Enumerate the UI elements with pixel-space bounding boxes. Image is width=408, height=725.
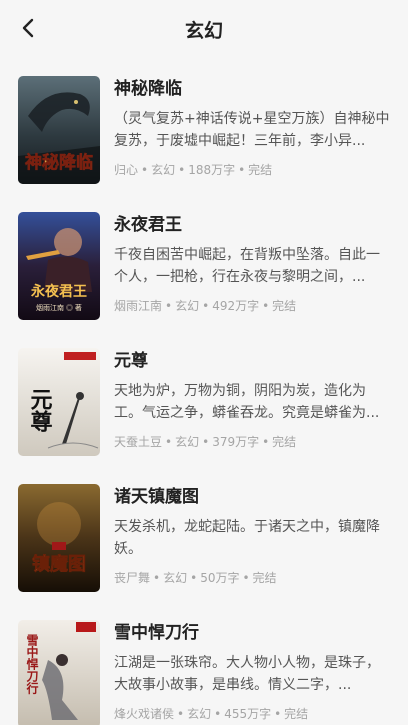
top-bar: 玄幻 bbox=[0, 0, 408, 56]
book-author: 丧尸舞 bbox=[114, 571, 151, 585]
book-word-count: 379万字 bbox=[212, 435, 260, 449]
book-meta: 天蚕土豆 • 玄幻 • 379万字 • 完结 bbox=[114, 435, 297, 449]
book-meta: 归心 • 玄幻 • 188万字 • 完结 bbox=[114, 163, 273, 177]
book-description: 江湖是一张珠帘。大人物小人物，是珠子，大故事小故事，是串线。情义二字，... bbox=[114, 655, 380, 693]
cover-subtitle: 烟雨江南 ◎ 著 bbox=[36, 303, 82, 312]
book-author: 烽火戏诸侯 bbox=[114, 707, 175, 721]
book-description: 天地为炉，万物为铜，阴阳为炭，造化为工。气运之争，蟒雀吞龙。究竟是蟒雀为... bbox=[114, 383, 380, 421]
cover-title: 镇魔图 bbox=[32, 553, 86, 574]
book-meta: 烟雨江南 • 玄幻 • 492万字 • 完结 bbox=[114, 299, 297, 313]
book-description: 千夜自困苦中崛起，在背叛中坠落。自此一个人，一把枪，行在永夜与黎明之间，... bbox=[114, 247, 380, 285]
book-item[interactable]: 永夜君王 烟雨江南 ◎ 著 永夜君王 千夜自困苦中崛起，在背叛中坠落。自此一个人… bbox=[0, 212, 408, 348]
book-item[interactable]: 雪中悍刀行 雪中悍刀行 江湖是一张珠帘。大人物小人物，是珠子，大故事小故事，是串… bbox=[0, 620, 408, 725]
book-list: 神秘降临 神秘降临 （灵气复苏+神话传说+星空万族）自神秘中复苏，于废墟中崛起！… bbox=[0, 76, 408, 725]
book-word-count: 492万字 bbox=[212, 299, 260, 313]
book-cover[interactable]: 雪中悍刀行 bbox=[18, 620, 100, 725]
book-word-count: 50万字 bbox=[200, 571, 240, 585]
book-item[interactable]: 神秘降临 神秘降临 （灵气复苏+神话传说+星空万族）自神秘中复苏，于废墟中崛起！… bbox=[0, 76, 408, 212]
book-item[interactable]: 元尊 元尊 天地为炉，万物为铜，阴阳为炭，造化为工。气运之争，蟒雀吞龙。究竟是蟒… bbox=[0, 348, 408, 484]
book-description: 天发杀机，龙蛇起陆。于诸天之中，镇魔降妖。 bbox=[114, 519, 380, 557]
book-category: 玄幻 bbox=[175, 435, 200, 449]
book-status: 完结 bbox=[272, 435, 297, 449]
book-title[interactable]: 神秘降临 bbox=[114, 76, 392, 104]
book-title[interactable]: 雪中悍刀行 bbox=[114, 620, 392, 648]
book-author: 归心 bbox=[114, 163, 139, 177]
book-author: 烟雨江南 bbox=[114, 299, 163, 313]
book-cover[interactable]: 镇魔图 bbox=[18, 484, 100, 592]
book-cover[interactable]: 神秘降临 bbox=[18, 76, 100, 184]
cover-title: 元尊 bbox=[28, 388, 53, 432]
book-status: 完结 bbox=[272, 299, 297, 313]
book-status: 完结 bbox=[284, 707, 309, 721]
book-category: 玄幻 bbox=[175, 299, 200, 313]
book-word-count: 188万字 bbox=[188, 163, 236, 177]
book-item[interactable]: 镇魔图 诸天镇魔图 天发杀机，龙蛇起陆。于诸天之中，镇魔降妖。 丧尸舞 • 玄幻 • 5… bbox=[0, 484, 408, 620]
cover-title: 雪中悍刀行 bbox=[25, 634, 39, 695]
book-cover[interactable]: 元尊 bbox=[18, 348, 100, 456]
cover-title: 永夜君王 bbox=[30, 283, 87, 300]
book-title[interactable]: 永夜君王 bbox=[114, 212, 392, 240]
book-status: 完结 bbox=[252, 571, 277, 585]
book-word-count: 455万字 bbox=[224, 707, 272, 721]
book-status: 完结 bbox=[248, 163, 273, 177]
book-author: 天蚕土豆 bbox=[114, 435, 163, 449]
book-title[interactable]: 元尊 bbox=[114, 348, 392, 376]
book-category: 玄幻 bbox=[163, 571, 188, 585]
book-meta: 丧尸舞 • 玄幻 • 50万字 • 完结 bbox=[114, 571, 277, 585]
book-description: （灵气复苏+神话传说+星空万族）自神秘中复苏，于废墟中崛起！三年前，李小异... bbox=[114, 111, 390, 149]
page-title: 玄幻 bbox=[184, 20, 223, 42]
book-title[interactable]: 诸天镇魔图 bbox=[114, 484, 392, 512]
book-meta: 烽火戏诸侯 • 玄幻 • 455万字 • 完结 bbox=[114, 707, 309, 721]
book-cover[interactable]: 永夜君王 烟雨江南 ◎ 著 bbox=[18, 212, 100, 320]
cover-title: 神秘降临 bbox=[25, 152, 93, 172]
book-category: 玄幻 bbox=[187, 707, 212, 721]
book-category: 玄幻 bbox=[151, 163, 176, 177]
